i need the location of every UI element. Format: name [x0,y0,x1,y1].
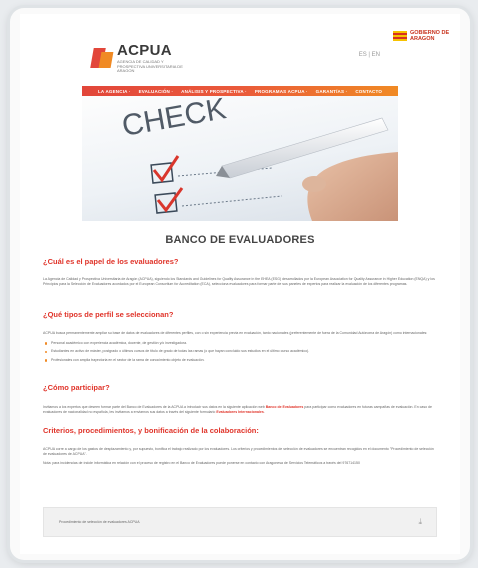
section-heading: ¿Qué tipos de perfil se seleccionan? [43,310,174,319]
evaluadores-internacionales-link[interactable]: Evaluadores Internacionales [216,410,263,414]
logo-subtitle: AGENCIA DE CALIDAD Y PROSPECTIVA UNIVERS… [117,59,183,73]
section-paragraph: La Agencia de Calidad y Prospectiva Univ… [43,277,435,286]
paragraph-text: Invitamos a los expertos que deseen form… [43,405,266,409]
list-item: Profesionales con amplia trayectoria en … [43,358,437,363]
section-participar: ¿Cómo participar? Invitamos a los expert… [43,383,437,414]
nav-analisis[interactable]: ANÁLISIS Y PROSPECTIVA · [181,89,247,94]
nav-garantias[interactable]: GARANTÍAS · [316,89,348,94]
list-item: Estudiantes en activo de máster, postgra… [43,349,437,354]
nav-la-agencia[interactable]: LA AGENCIA · [98,89,131,94]
main-nav: LA AGENCIA · EVALUACIÓN · ANÁLISIS Y PRO… [82,86,398,96]
page-frame: GOBIERNO DE ARAGON ACPUA AGENCIA DE CALI… [10,8,470,560]
section-papel: ¿Cuál es el papel de los evaluadores? La… [43,257,437,286]
document-download-row[interactable]: Procedimiento de selección de evaluadore… [43,507,437,537]
hand-image [302,152,398,221]
section-paragraph: ACPUA corre a cargo de los gastos de des… [43,447,434,456]
document-title: Procedimiento de selección de evaluadore… [59,520,140,524]
section-note: Nota: para incidencias de índole informá… [43,461,360,466]
nav-programas[interactable]: PROGRAMAS ACPUA · [255,89,308,94]
paragraph-text: . [263,409,265,414]
acpua-logo-icon [90,47,114,68]
download-icon[interactable]: ⤓ [418,517,422,527]
section-heading: ¿Cómo participar? [43,383,110,392]
nav-contacto[interactable]: CONTACTO [355,89,382,94]
page-title: BANCO DE EVALUADORES [165,234,315,246]
checklist-heading-text: CHECK [119,96,228,143]
section-paragraph: Invitamos a los expertos que deseen form… [43,405,437,414]
aragon-flag-icon [393,31,407,41]
nav-evaluacion[interactable]: EVALUACIÓN · [139,89,174,94]
checklist-illustration: CHECK [119,96,398,221]
banco-evaluadores-link[interactable]: Banco de Evaluadores [266,405,304,409]
logo-title: ACPUA [117,42,172,59]
web-page: GOBIERNO DE ARAGON ACPUA AGENCIA DE CALI… [20,14,460,554]
acpua-logo[interactable]: ACPUA AGENCIA DE CALIDAD Y PROSPECTIVA U… [90,42,189,74]
section-heading: Criterios, procedimientos, y bonificació… [43,426,259,435]
section-paragraph: ACPUA busca permanentemente ampliar su b… [43,331,428,335]
section-criterios: Criterios, procedimientos, y bonificació… [43,426,437,466]
checkbox-checked-icon [154,187,283,214]
section-heading: ¿Cuál es el papel de los evaluadores? [43,257,179,266]
gobierno-aragon-logo[interactable]: GOBIERNO DE ARAGON [393,30,452,42]
section-perfil: ¿Qué tipos de perfil se seleccionan? ACP… [43,310,437,362]
hero-image: CHECK [82,96,398,221]
list-item: Personal académico con experiencia acadé… [43,341,437,346]
gobierno-aragon-text: GOBIERNO DE ARAGON [410,30,450,42]
language-switcher[interactable]: ES | EN [359,52,380,58]
